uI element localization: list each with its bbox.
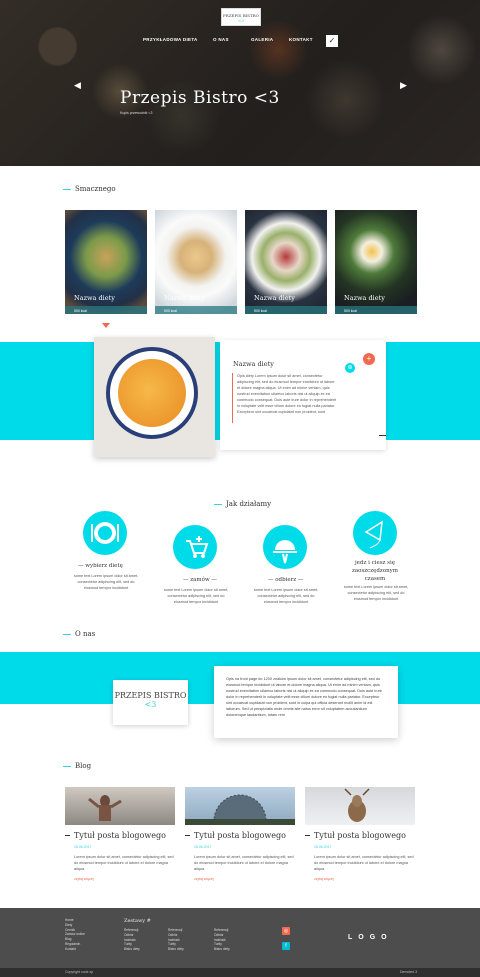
hero-title: Przepis Bistro <3: [120, 88, 280, 108]
blog-post-excerpt: Lorem ipsum dolor sit amet, consectetur …: [194, 855, 294, 871]
featured-diet-text: Opis diety Lorem ipsum dolor sit amet, c…: [237, 374, 337, 414]
plate-icon: [83, 511, 127, 555]
blog-post-date: 26.06.2017: [314, 845, 332, 849]
footer-item[interactable]: Bistro diety: [168, 947, 184, 952]
blog-post-image: [65, 787, 175, 825]
blog-post-dash: [305, 835, 310, 836]
instagram-icon[interactable]: ◎: [282, 927, 290, 935]
diet-card-kcal: 500 kcal: [344, 309, 358, 313]
step-label: jedz i ciesz się zaoszczędzonym czasem: [351, 560, 399, 582]
read-more-link[interactable]: czytaj więcej: [314, 877, 334, 881]
facebook-icon[interactable]: ✓: [326, 35, 338, 47]
featured-divider: [232, 373, 233, 423]
blog-post-dash: [185, 835, 190, 836]
blog-post-excerpt: Lorem ipsum dolor sit amet, consectetur …: [74, 855, 174, 871]
section-heading-blog: Blog: [63, 762, 91, 770]
diet-card[interactable]: Nazwa diety 500 kcal: [65, 210, 147, 314]
footer-heading: Zestawy #: [124, 918, 151, 924]
footer-column: Referencji Odbiór Indeksik Turity Bistro…: [168, 928, 184, 952]
cloche-icon: [263, 525, 307, 569]
blog-post-date: 26.06.2017: [194, 845, 212, 849]
read-more-link[interactable]: czytaj więcej: [74, 877, 94, 881]
about-logo-heart: <3: [144, 700, 157, 709]
blog-post-excerpt: Lorem ipsum dolor sit amet, consectetur …: [314, 855, 414, 871]
slider-prev-arrow-icon[interactable]: ◀: [74, 80, 81, 91]
blog-post[interactable]: Tytuł posta blogowego 26.06.2017 Lorem i…: [305, 787, 415, 881]
diet-card[interactable]: Nazwa diety 500 kcal: [335, 210, 417, 314]
featured-diet-card: Nazwa diety Opis diety Lorem ipsum dolor…: [220, 340, 386, 450]
footer: Home Diety Cennik Zamów online Blog Regu…: [0, 908, 480, 968]
footer-item[interactable]: Bistro diety: [214, 947, 230, 952]
slider-next-arrow-icon[interactable]: ▶: [400, 80, 407, 91]
read-more-link[interactable]: czytaj więcej: [194, 877, 214, 881]
blog-post-image: [305, 787, 415, 825]
add-icon[interactable]: +: [363, 353, 375, 365]
cart-icon[interactable]: ⊕: [345, 363, 355, 373]
step-text: some text Lorem ipsum dolor sit amet, co…: [343, 585, 409, 601]
blog-post[interactable]: Tytuł posta blogowego 26.06.2017 Lorem i…: [65, 787, 175, 881]
diet-card[interactable]: Nazwa diety 500 kcal: [245, 210, 327, 314]
step-label: — odbierz —: [268, 577, 304, 583]
section-heading-how: Jak działamy: [214, 500, 271, 508]
step-label: — wybierz dietę: [78, 563, 123, 569]
step-text: some text Lorem ipsum dolor sit amet, co…: [73, 574, 139, 590]
footer-item[interactable]: Bistro diety: [124, 947, 140, 952]
kite-icon: [353, 511, 397, 555]
hero-banner: PRZEPIS BISTRO <3 PRZYKŁADOWA DIETA O NAS…: [0, 0, 480, 166]
footer-link[interactable]: Kontakt: [65, 947, 85, 952]
credit-text: Demoted 3: [400, 970, 418, 974]
blog-post-title[interactable]: Tytuł posta blogowego: [74, 831, 166, 840]
soup-shape: [118, 359, 186, 427]
section-heading-diets: Smacznego: [63, 185, 116, 193]
footer-column: Referencji Odbiór Indeksik Turity Bistro…: [124, 928, 140, 952]
nav-item-example-diet[interactable]: PRZYKŁADOWA DIETA: [143, 37, 198, 42]
blog-post-dash: [65, 835, 70, 836]
logo-heart: <3: [238, 18, 244, 23]
diet-card-kcal: 500 kcal: [164, 309, 178, 313]
about-logo: PRZEPIS BISTRO <3: [113, 680, 188, 725]
hero-subtitle: Kupis przewodnik <3: [120, 111, 153, 115]
diet-card-kcal: 500 kcal: [254, 309, 268, 313]
step-label: — zamów —: [183, 577, 217, 583]
blog-post-title[interactable]: Tytuł posta blogowego: [314, 831, 406, 840]
footer-column: Referencji Odbiór Indeksik Turity Bistro…: [214, 928, 230, 952]
blog-post-image: [185, 787, 295, 825]
diet-card-title: Nazwa diety: [344, 294, 385, 302]
header-logo[interactable]: PRZEPIS BISTRO <3: [221, 8, 261, 26]
diet-card-title: Nazwa diety: [254, 294, 295, 302]
diet-card-kcal: 500 kcal: [74, 309, 88, 313]
featured-corner-line: [379, 435, 386, 436]
footer-links: Home Diety Cennik Zamów online Blog Regu…: [65, 918, 85, 952]
facebook-icon[interactable]: f: [282, 942, 290, 950]
step-text: some text Lorem ipsum dolor sit amet, co…: [253, 588, 319, 604]
nav-item-about[interactable]: O NAS: [213, 37, 229, 42]
featured-diet-title: Nazwa diety: [233, 360, 274, 368]
blog-post-date: 26.06.2017: [74, 845, 92, 849]
step-text: some text Lorem ipsum dolor sit amet, co…: [163, 588, 229, 604]
selected-card-pointer-icon: [102, 323, 110, 328]
nav-item-contact[interactable]: KONTAKT: [289, 37, 313, 42]
blog-post[interactable]: Tytuł posta blogowego 26.06.2017 Lorem i…: [185, 787, 295, 881]
section-heading-about: O nas: [63, 630, 95, 638]
about-logo-text: PRZEPIS BISTRO: [114, 691, 187, 700]
bowl-shape: [106, 347, 198, 439]
blog-post-title[interactable]: Tytuł posta blogowego: [194, 831, 286, 840]
copyright-text: Copyright cook xp: [65, 970, 94, 974]
diet-card-title: Nazwa diety: [74, 294, 115, 302]
featured-diet-image: [94, 337, 215, 457]
diet-card-title: Nazwa diety: [164, 294, 205, 302]
footer-bottom-bar: Copyright cook xp Demoted 3: [0, 968, 480, 977]
footer-logo: LOGO: [348, 934, 393, 941]
cart-icon: [173, 525, 217, 569]
nav-item-gallery[interactable]: GALERIA: [251, 37, 273, 42]
diet-card[interactable]: Nazwa diety 500 kcal: [155, 210, 237, 314]
about-text: Opis na front page do 1200 znaków ipsum …: [214, 666, 398, 738]
main-nav: PRZYKŁADOWA DIETA O NAS GALERIA KONTAKT …: [0, 35, 480, 47]
